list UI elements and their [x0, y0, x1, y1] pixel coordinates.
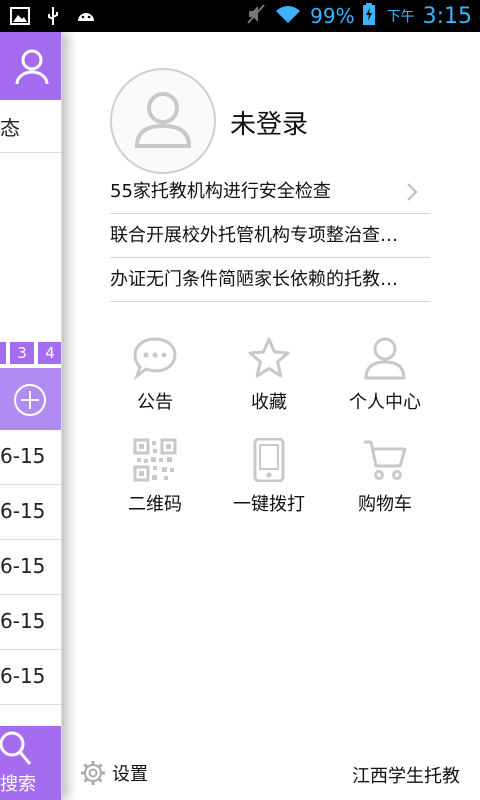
login-status[interactable]: 未登录: [230, 104, 308, 141]
news-title: 55家托教机构进行安全检查: [110, 181, 331, 202]
background-content-panel[interactable]: 态 3 4 6-15 6-15 6-15 6-15 6-15 搜索: [0, 32, 62, 800]
grid-item-label: 购物车: [358, 494, 412, 515]
grid-item-label: 个人中心: [349, 392, 421, 413]
pagination: 3 4: [0, 342, 61, 364]
list-item-date[interactable]: 6-15: [0, 444, 61, 468]
battery-percent: 99%: [310, 4, 355, 28]
star-icon: [248, 337, 290, 378]
list-item-date[interactable]: 6-15: [0, 554, 61, 578]
chat-bubble-icon: [133, 337, 177, 380]
news-title: 联合开展校外托管机构专项整治查出...: [110, 225, 410, 246]
page-button[interactable]: 4: [38, 342, 61, 364]
search-icon: [0, 731, 32, 765]
settings-button[interactable]: 设置: [80, 760, 148, 786]
news-item[interactable]: 办证无门条件简陋家长依赖的托教中...: [110, 258, 430, 302]
announcement-button[interactable]: 公告: [100, 336, 210, 414]
cart-icon: [364, 440, 407, 480]
divider: [0, 539, 61, 540]
time-prefix: 下午: [386, 9, 415, 25]
phone-icon: [253, 438, 285, 482]
grid-item-label: 公告: [137, 392, 173, 413]
status-fragment: 态: [0, 116, 20, 140]
user-header-button[interactable]: [0, 32, 61, 100]
one-click-call-button[interactable]: 一键拨打: [214, 438, 324, 516]
android-icon: [76, 7, 96, 29]
app-brand: 江西学生托教: [352, 766, 460, 787]
page-button[interactable]: 3: [10, 342, 34, 364]
chevron-right-icon: [407, 183, 418, 201]
status-bar: 99% 下午 3:15: [0, 0, 480, 32]
divider: [0, 649, 61, 650]
favorites-button[interactable]: 收藏: [214, 336, 324, 414]
divider: [0, 704, 61, 705]
divider: [0, 152, 61, 153]
settings-label: 设置: [112, 764, 148, 785]
divider: [0, 484, 61, 485]
list-item-date[interactable]: 6-15: [0, 499, 61, 523]
user-icon: [15, 49, 49, 85]
plus-circle-icon: [14, 384, 46, 416]
page-button[interactable]: [0, 342, 6, 364]
qr-code-icon: [133, 438, 177, 482]
news-item[interactable]: 联合开展校外托管机构专项整治查出...: [110, 214, 430, 258]
grid-item-label: 二维码: [128, 494, 182, 515]
avatar[interactable]: [110, 68, 216, 174]
grid-item-label: 收藏: [251, 392, 287, 413]
status-bar-notifications: [10, 6, 96, 30]
qr-code-button[interactable]: 二维码: [100, 438, 210, 516]
user-icon: [364, 337, 406, 380]
grid-item-label: 一键拨打: [233, 494, 305, 515]
add-button[interactable]: [0, 368, 61, 430]
news-item[interactable]: 55家托教机构进行安全检查: [110, 170, 430, 214]
list-item-date[interactable]: 6-15: [0, 609, 61, 633]
search-tab-label: 搜索: [0, 774, 36, 795]
usb-icon: [46, 6, 60, 30]
list-item-date[interactable]: 6-15: [0, 664, 61, 688]
gear-icon: [81, 761, 105, 785]
battery-icon: [362, 3, 375, 29]
clock: 3:15: [422, 3, 472, 29]
divider: [0, 594, 61, 595]
mute-icon: [246, 3, 266, 29]
image-notification-icon: [10, 7, 30, 29]
profile-button[interactable]: 个人中心: [330, 336, 440, 414]
news-title: 办证无门条件简陋家长依赖的托教中...: [110, 269, 410, 290]
default-avatar-icon: [134, 92, 192, 148]
shopping-cart-button[interactable]: 购物车: [330, 438, 440, 516]
wifi-icon: [274, 3, 302, 29]
search-tab[interactable]: 搜索: [0, 726, 61, 800]
